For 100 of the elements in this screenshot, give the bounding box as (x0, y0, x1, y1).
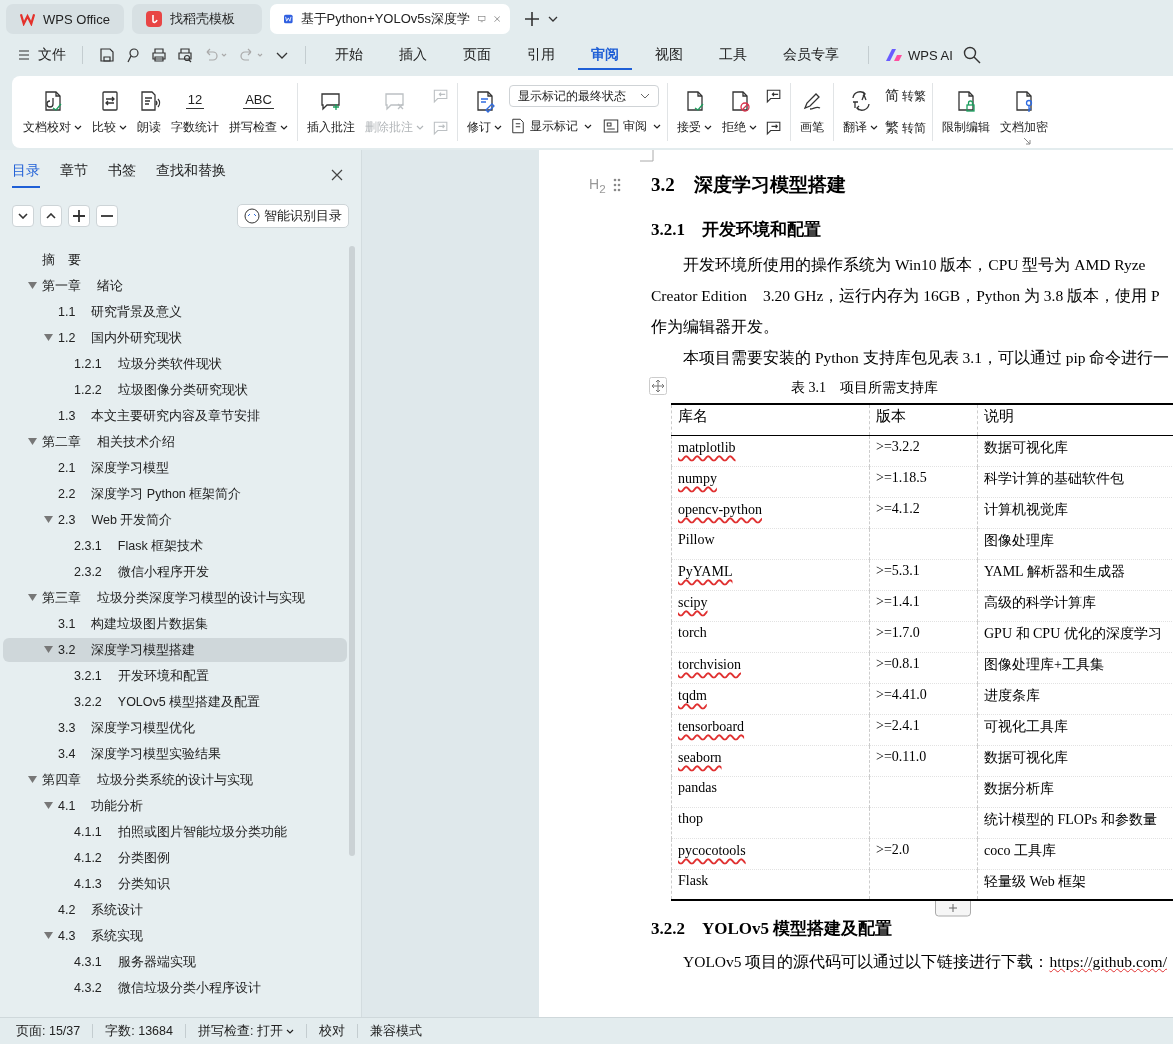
status-item[interactable]: 拼写检查: 打开 (197, 1022, 294, 1040)
expanded-triangle-icon[interactable] (28, 438, 37, 446)
monitor-icon[interactable] (478, 13, 486, 25)
toc-item[interactable]: 1.2.2 垃圾图像分类研究现状 (3, 378, 349, 402)
ribbon-button[interactable]: 插入批注 (304, 84, 358, 140)
ribbon-button[interactable]: 画笔 (797, 84, 827, 140)
expanded-triangle-icon[interactable] (44, 646, 53, 654)
toc-item[interactable]: 3.2.1 开发环境和配置 (3, 664, 349, 688)
toc-item[interactable]: 4.2 系统设计 (3, 898, 349, 922)
document-tab[interactable]: 找稻壳模板 (132, 4, 262, 34)
toc-item[interactable]: 4.1 功能分析 (3, 794, 349, 818)
ribbon-tab[interactable]: 插入 (386, 40, 440, 70)
close-icon[interactable] (331, 169, 343, 181)
add-row-icon[interactable] (935, 901, 971, 917)
collapse-up-button[interactable] (40, 205, 62, 227)
markup-dropdown[interactable]: 显示标记的最终状态 (509, 85, 659, 107)
panel-tab[interactable]: 查找和替换 (156, 162, 226, 188)
drag-handle-icon[interactable] (613, 178, 621, 192)
expanded-triangle-icon[interactable] (28, 282, 37, 290)
expanded-triangle-icon[interactable] (28, 594, 37, 602)
document-tab[interactable]: 基于Python+YOLOv5s深度学 (270, 4, 510, 34)
toc-item[interactable]: 2.3.1 Flask 框架技术 (3, 534, 349, 558)
ribbon-button[interactable]: 拒绝 (719, 84, 760, 140)
toc-item[interactable]: 2.3.2 微信小程序开发 (3, 560, 349, 584)
toc-item[interactable]: 3.3 深度学习模型优化 (3, 716, 349, 740)
scrollbar-thumb[interactable] (349, 246, 355, 856)
ribbon-button[interactable]: 修订 (464, 84, 505, 140)
file-menu-button[interactable]: 文件 (18, 46, 66, 64)
status-item[interactable]: 页面: 15/37 (16, 1022, 81, 1040)
ribbon-button[interactable]: 接受 (674, 84, 715, 140)
ribbon-button[interactable]: 简 转繁 (885, 83, 926, 109)
new-tab-icon[interactable] (524, 11, 540, 27)
ai-button[interactable]: WPS AI (885, 47, 953, 63)
toc-item[interactable]: 3.2.2 YOLOv5 模型搭建及配置 (3, 690, 349, 714)
toc-item[interactable]: 1.3 本文主要研究内容及章节安排 (3, 404, 349, 428)
expanded-triangle-icon[interactable] (28, 776, 37, 784)
toc-item[interactable]: 第三章 垃圾分类深度学习模型的设计与实现 (3, 586, 349, 610)
add-button[interactable] (68, 205, 90, 227)
toc-item[interactable]: 4.1.1 拍照或图片智能垃圾分类功能 (3, 820, 349, 844)
expanded-triangle-icon[interactable] (44, 932, 53, 940)
ribbon-button[interactable]: 显示标记 (509, 113, 592, 139)
toc-item[interactable]: 第二章 相关技术介绍 (3, 430, 349, 454)
toc-item[interactable]: 1.1 研究背景及意义 (3, 300, 349, 324)
chevron-down-icon[interactable] (548, 15, 558, 23)
toc-item[interactable]: 摘 要 (3, 248, 349, 272)
search-icon[interactable] (962, 46, 981, 64)
move-handle-icon[interactable] (649, 377, 667, 395)
toc-item[interactable]: 第四章 垃圾分类系统的设计与实现 (3, 768, 349, 792)
toc-item[interactable]: 第一章 绪论 (3, 274, 349, 298)
toc-item[interactable]: 3.4 深度学习模型实验结果 (3, 742, 349, 766)
expanded-triangle-icon[interactable] (44, 802, 53, 810)
toc-item[interactable]: 4.3.2 微信垃圾分类小程序设计 (3, 976, 349, 1000)
ribbon-tab[interactable]: 视图 (642, 40, 696, 70)
status-item[interactable]: 校对 (318, 1022, 345, 1040)
ribbon-button[interactable]: 繁 转简 (885, 115, 926, 141)
status-item[interactable]: 字数: 13684 (105, 1022, 173, 1040)
expand-down-button[interactable] (12, 205, 34, 227)
print-preview-icon[interactable] (177, 47, 193, 63)
toc-item[interactable]: 4.1.2 分类图例 (3, 846, 349, 870)
ribbon-tab[interactable]: 工具 (706, 40, 760, 70)
save-icon[interactable] (99, 47, 115, 63)
ribbon-button[interactable]: 文档加密 (997, 84, 1051, 140)
toc-item[interactable]: 4.3 系统实现 (3, 924, 349, 948)
toc-item[interactable]: 2.1 深度学习模型 (3, 456, 349, 480)
expanded-triangle-icon[interactable] (44, 334, 53, 342)
panel-tab[interactable]: 目录 (12, 162, 40, 188)
toc-item[interactable]: 3.2 深度学习模型搭建 (3, 638, 347, 662)
smart-toc-button[interactable]: 智能识别目录 (237, 204, 349, 228)
expanded-triangle-icon[interactable] (44, 516, 53, 524)
toc-item[interactable]: 3.1 构建垃圾图片数据集 (3, 612, 349, 636)
ribbon-button[interactable]: 审阅 (602, 113, 661, 139)
ribbon-tab[interactable]: 页面 (450, 40, 504, 70)
panel-tab[interactable]: 书签 (108, 162, 136, 188)
print-icon[interactable] (151, 47, 167, 63)
expand-corner-icon[interactable] (1023, 137, 1031, 145)
ribbon-tab[interactable]: 会员专享 (770, 40, 852, 70)
status-item[interactable]: 兼容模式 (369, 1022, 422, 1040)
toc-item[interactable]: 2.3 Web 开发简介 (3, 508, 349, 532)
ribbon-tab[interactable]: 开始 (322, 40, 376, 70)
table-cell: >=1.18.5 (876, 469, 927, 485)
toc-item[interactable]: 4.3.1 服务器端实现 (3, 950, 349, 974)
toc-item[interactable]: 4.1.3 分类知识 (3, 872, 349, 896)
ribbon-tab[interactable]: 审阅 (578, 40, 632, 70)
panel-tab[interactable]: 章节 (60, 162, 88, 188)
document-tab[interactable]: WPS Office (6, 4, 124, 34)
ribbon-button[interactable]: 限制编辑 (939, 84, 993, 140)
remove-button[interactable] (96, 205, 118, 227)
ribbon-tab[interactable]: 引用 (514, 40, 568, 70)
toc-item[interactable]: 1.2 国内外研究现状 (3, 326, 349, 350)
url-link[interactable]: https://github.com/ (1049, 953, 1167, 970)
ribbon-button[interactable]: 朗读 (134, 84, 164, 140)
redo-icon[interactable] (239, 47, 265, 63)
ribbon-button[interactable]: 12 字数统计 (168, 84, 222, 140)
toc-item[interactable]: 1.2.1 垃圾分类软件现状 (3, 352, 349, 376)
ribbon-button[interactable]: ABC 拼写检查 (226, 84, 291, 140)
ribbon-button[interactable]: 文档校对 (20, 84, 85, 140)
ribbon-button[interactable]: 翻译 (840, 84, 881, 140)
toc-item[interactable]: 2.2 深度学习 Python 框架简介 (3, 482, 349, 506)
ribbon-button[interactable]: 比较 (89, 84, 130, 140)
paragraph: YOLOv5 项目的源代码可以通过以下链接进行下载：https://github.com/ (682, 952, 1168, 972)
